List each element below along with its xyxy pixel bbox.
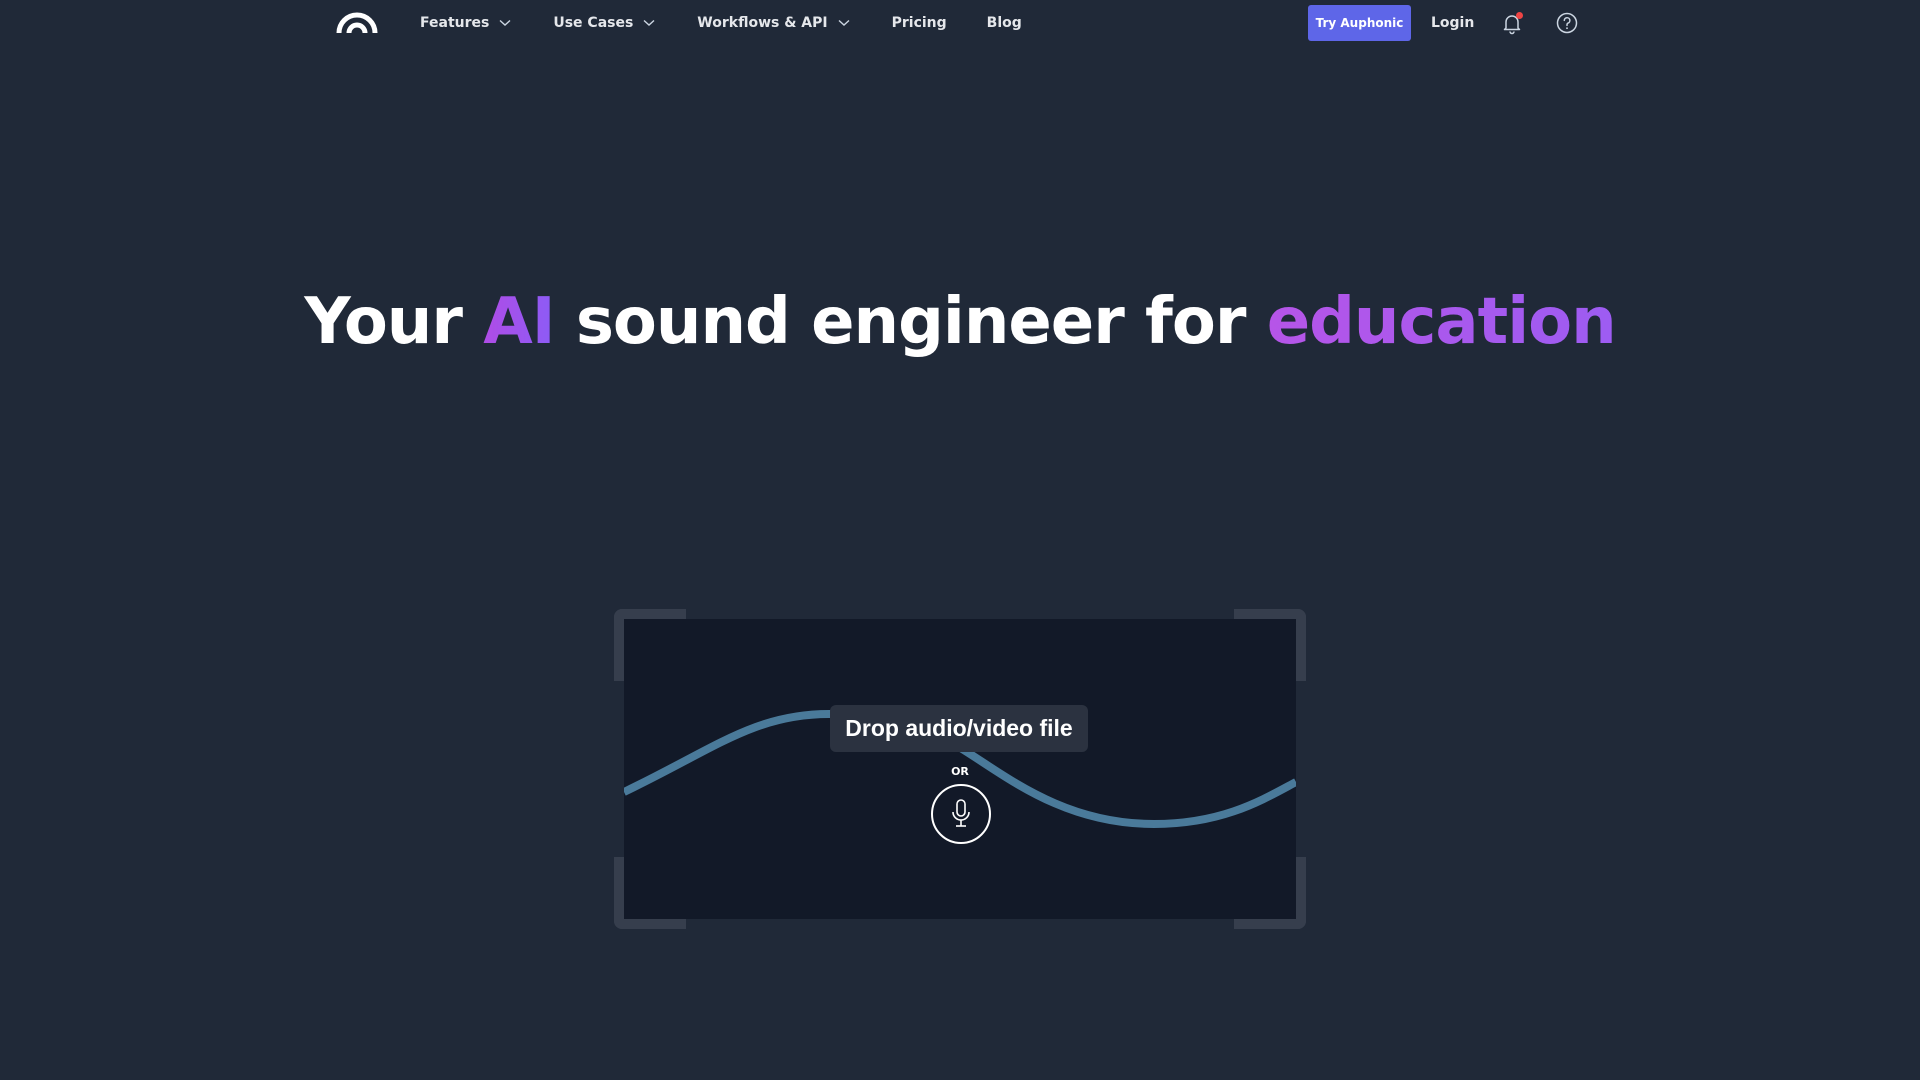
top-navigation: Features Use Cases Workflows & API Prici…	[0, 0, 1920, 45]
chevron-down-icon	[838, 19, 850, 27]
nav-actions: Try Auphonic Login	[1308, 0, 1474, 45]
bell-icon[interactable]	[1500, 11, 1524, 35]
upload-frame: Drop audio/video file OR	[614, 609, 1306, 929]
notification-dot	[1516, 12, 1523, 19]
microphone-icon	[949, 798, 973, 830]
try-auphonic-button[interactable]: Try Auphonic	[1308, 4, 1411, 41]
nav-item-label: Workflows & API	[697, 14, 828, 31]
or-separator: OR	[951, 765, 969, 778]
record-button[interactable]	[931, 784, 991, 844]
help-circle-icon[interactable]	[1555, 11, 1579, 35]
hero-accent-ai: AI	[483, 285, 555, 359]
nav-item-use-cases[interactable]: Use Cases	[553, 15, 655, 31]
auphonic-logo-icon[interactable]	[336, 11, 378, 35]
page: Features Use Cases Workflows & API Prici…	[0, 0, 1920, 1080]
nav-item-label: Features	[420, 14, 490, 31]
chevron-down-icon	[643, 19, 655, 27]
hero-text-part2: sound engineer for	[554, 285, 1267, 359]
nav-item-label: Blog	[986, 14, 1022, 31]
hero-headline: Your AI sound engineer for education	[0, 282, 1920, 362]
nav-item-workflows-api[interactable]: Workflows & API	[697, 14, 850, 31]
nav-item-pricing[interactable]: Pricing	[892, 15, 947, 31]
nav-item-label: Use Cases	[553, 14, 634, 31]
nav-item-features[interactable]: Features	[420, 15, 511, 31]
login-link[interactable]: Login	[1431, 15, 1474, 31]
nav-menu: Features Use Cases Workflows & API Prici…	[420, 0, 1022, 45]
file-drop-zone[interactable]: Drop audio/video file OR	[624, 619, 1296, 919]
hero-accent-word: education	[1266, 285, 1617, 359]
hero-text-part1: Your	[304, 285, 484, 359]
nav-item-label: Pricing	[891, 14, 947, 31]
chevron-down-icon	[499, 19, 511, 27]
drop-file-label: Drop audio/video file	[830, 705, 1088, 752]
nav-item-blog[interactable]: Blog	[987, 15, 1022, 31]
